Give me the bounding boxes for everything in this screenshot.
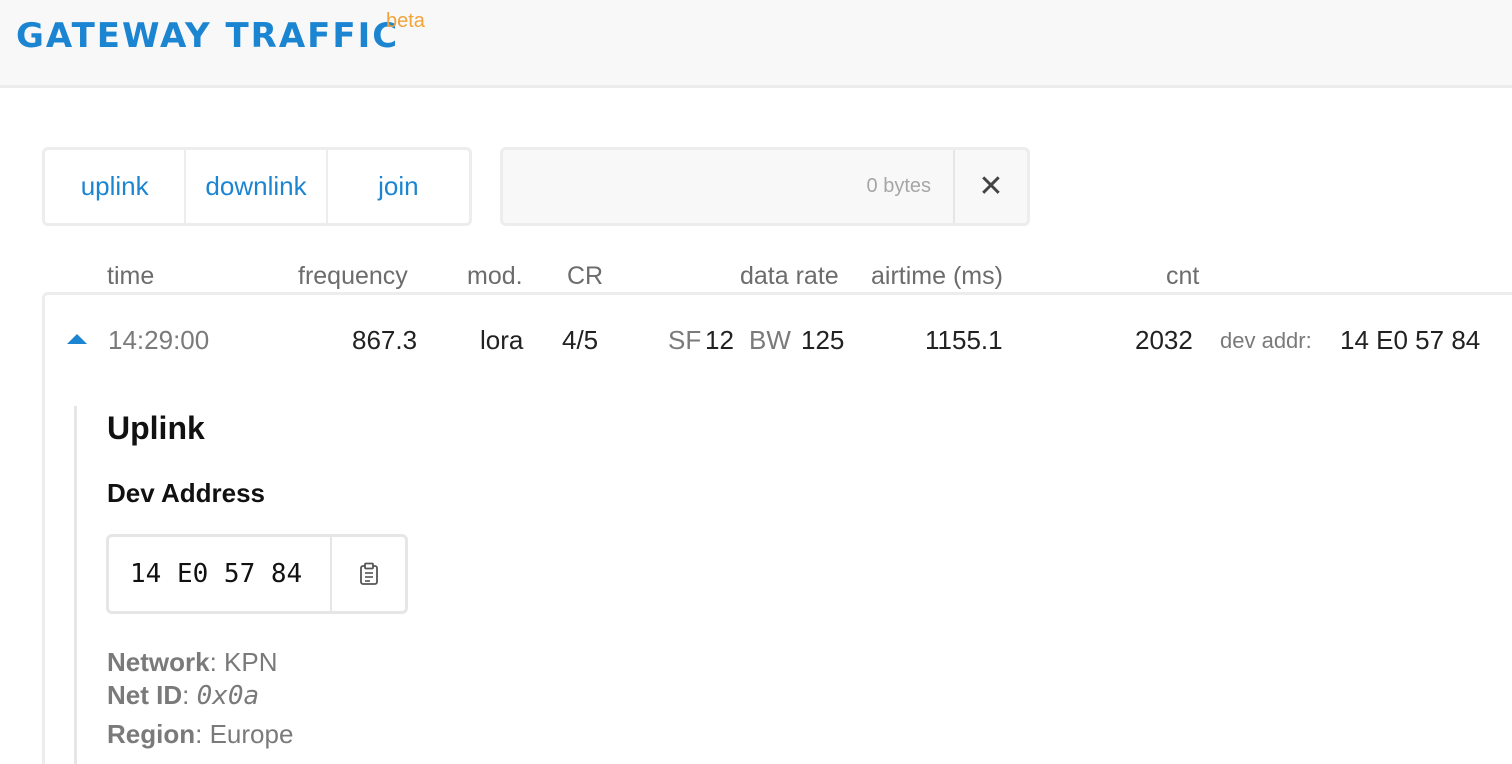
clipboard-icon xyxy=(359,562,378,585)
entry-bw-label: BW xyxy=(749,325,791,355)
copy-button[interactable] xyxy=(332,537,405,611)
column-header-frequency: frequency xyxy=(298,262,408,290)
net-id-label: Net ID xyxy=(107,680,183,710)
top-bar: GATEWAY TRAFFIC beta xyxy=(0,0,1512,88)
region-separator: : xyxy=(195,719,210,749)
entry-dev-addr-label: dev addr: xyxy=(1220,328,1312,353)
net-id-info: Net ID: 0x0a xyxy=(107,680,259,711)
beta-badge: beta xyxy=(386,10,425,32)
entry-airtime: 1155.1 xyxy=(925,325,1003,355)
dev-address-field: 14 E0 57 84 xyxy=(106,534,408,614)
column-header-airtime: airtime (ms) xyxy=(871,262,1003,290)
network-info: Network: KPN xyxy=(107,647,278,678)
dev-address-value[interactable]: 14 E0 57 84 xyxy=(109,537,332,611)
column-header-cnt: cnt xyxy=(1166,262,1200,290)
close-icon: ✕ xyxy=(978,170,1004,203)
net-id-value: 0x0a xyxy=(196,681,260,711)
filter-downlink-button[interactable]: downlink xyxy=(186,150,328,223)
column-header-cr: CR xyxy=(567,262,604,290)
network-value: KPN xyxy=(224,647,278,677)
dev-address-heading: Dev Address xyxy=(107,478,265,508)
column-header-modulation: mod. xyxy=(467,262,523,290)
filter-join-button[interactable]: join xyxy=(328,150,469,223)
entry-time: 14:29:00 xyxy=(108,325,210,355)
payload-filter: 0 bytes ✕ xyxy=(500,147,1030,226)
byte-count: 0 bytes xyxy=(866,175,931,197)
entry-coding-rate: 4/5 xyxy=(562,325,599,355)
detail-divider xyxy=(74,406,77,764)
page-title: GATEWAY TRAFFIC xyxy=(16,16,400,56)
entry-cnt: 2032 xyxy=(1135,325,1193,355)
entry-modulation: lora xyxy=(480,325,524,355)
payload-filter-input[interactable]: 0 bytes xyxy=(503,150,955,223)
region-info: Region: Europe xyxy=(107,719,293,750)
region-label: Region xyxy=(107,719,196,749)
clear-filter-button[interactable]: ✕ xyxy=(955,150,1027,223)
entry-sf-value: 12 xyxy=(705,325,734,355)
net-id-separator: : xyxy=(182,680,197,710)
traffic-type-filter: uplink downlink join xyxy=(42,147,472,226)
network-separator: : xyxy=(209,647,225,677)
caret-up-icon[interactable] xyxy=(67,334,87,344)
column-header-time: time xyxy=(107,262,155,290)
traffic-entry-card xyxy=(42,292,1512,764)
column-header-data-rate: data rate xyxy=(740,262,839,290)
region-value: Europe xyxy=(209,719,294,749)
detail-heading: Uplink xyxy=(107,410,205,446)
entry-frequency: 867.3 xyxy=(352,325,418,355)
filter-uplink-button[interactable]: uplink xyxy=(45,150,187,223)
network-label: Network xyxy=(107,647,210,677)
entry-bw-value: 125 xyxy=(801,325,845,355)
entry-sf-label: SF xyxy=(668,325,702,355)
entry-dev-addr: 14 E0 57 84 xyxy=(1340,325,1481,355)
